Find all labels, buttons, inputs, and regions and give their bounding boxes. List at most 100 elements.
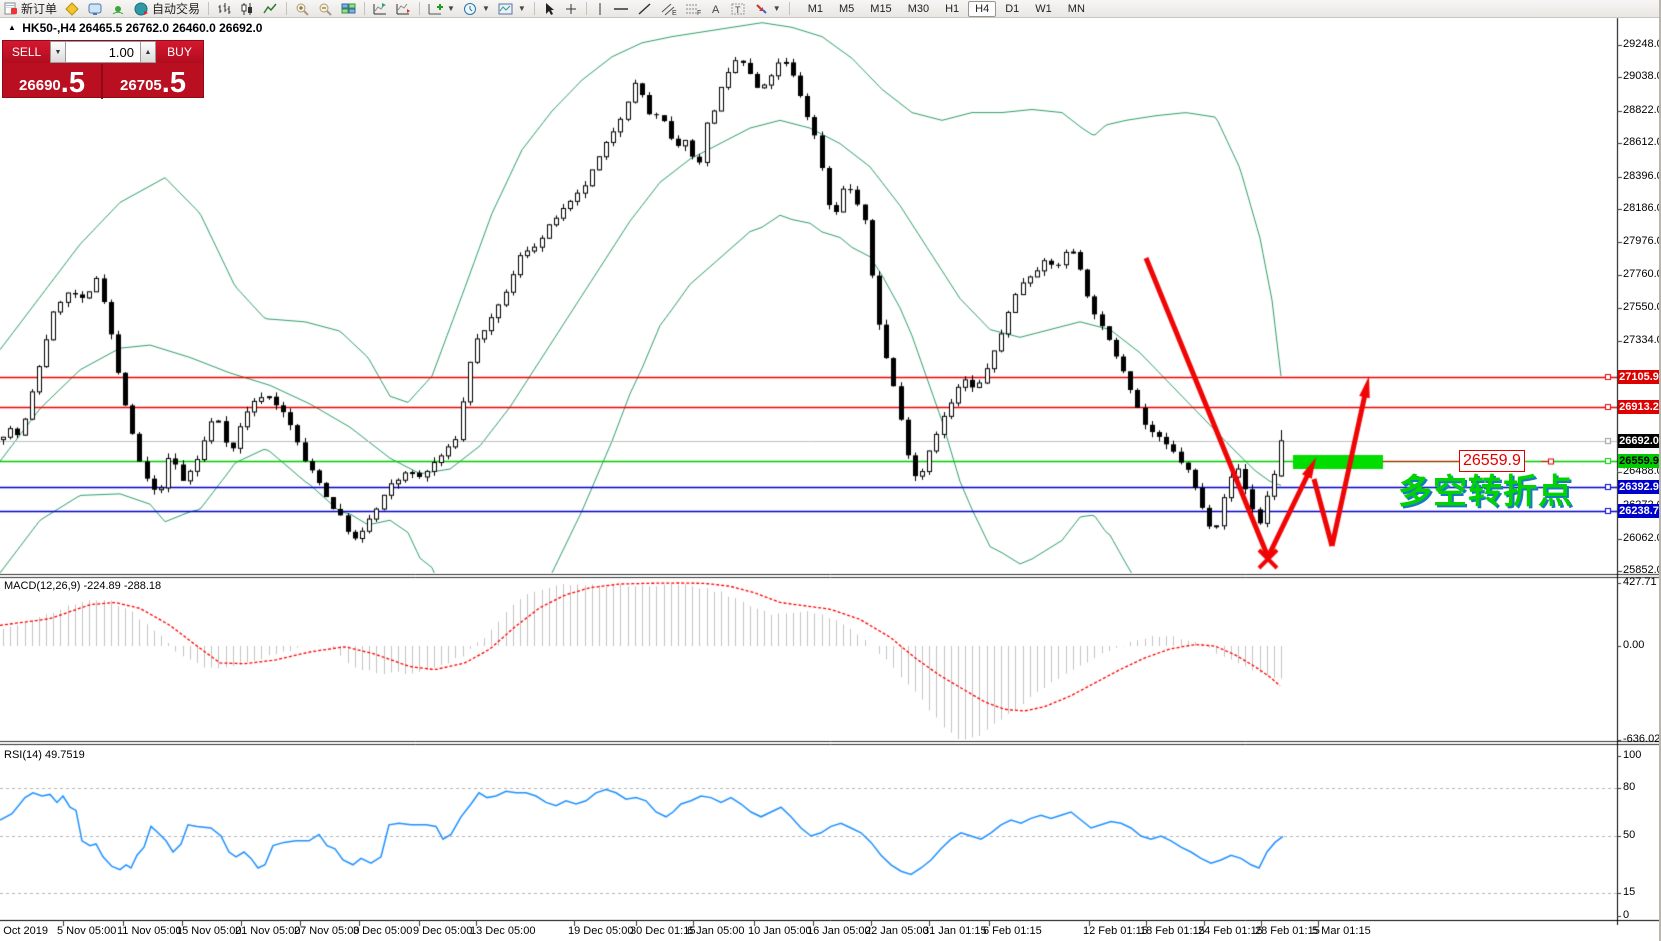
cursor-icon — [543, 2, 556, 16]
equidistant-channel-icon: E — [660, 2, 677, 16]
timeframe-button-D1[interactable]: D1 — [998, 1, 1026, 17]
time-label: 24 Feb 01:15 — [1198, 925, 1263, 937]
price-tick: 25852.0 — [1623, 564, 1661, 576]
buy-price[interactable]: 26705 .5 — [103, 64, 203, 99]
trendline-button[interactable] — [633, 1, 656, 17]
rsi-scale-tick: 100 — [1623, 749, 1641, 761]
sell-price[interactable]: 26690 .5 — [3, 64, 103, 99]
scroll-to-end-icon — [373, 2, 388, 16]
toolbar-separator — [286, 2, 287, 15]
time-label: 27 Nov 05:00 — [294, 925, 359, 937]
price-tag: 26692.0 — [1618, 434, 1660, 448]
text-label-button[interactable]: T — [727, 1, 750, 17]
line-chart-button[interactable] — [259, 1, 282, 17]
timeframe-button-M1[interactable]: M1 — [801, 1, 830, 17]
time-label: 16 Jan 05:00 — [807, 925, 871, 937]
arrows-icon — [754, 2, 769, 16]
zoom-in-button[interactable] — [291, 1, 314, 17]
buy-button[interactable]: BUY — [156, 41, 203, 63]
sell-price-big: .5 — [61, 68, 85, 99]
time-label: 30 Oct 2019 — [0, 925, 48, 937]
chart-title: ▲ HK50-,H4 26465.5 26762.0 26460.0 26692… — [8, 21, 262, 35]
time-label: 5 Nov 05:00 — [57, 925, 116, 937]
new-order-label: 新订单 — [21, 0, 57, 17]
zoom-out-button[interactable] — [314, 1, 337, 17]
time-label: 31 Jan 01:15 — [923, 925, 987, 937]
vertical-line-button[interactable] — [591, 1, 609, 17]
tile-windows-button[interactable] — [337, 1, 360, 17]
macd-scale-tick: 427.71 — [1623, 576, 1657, 588]
rsi-scale-tick: 80 — [1623, 781, 1635, 793]
toolbar: 新订单 自动交易 ▼ ▼ — [0, 0, 1661, 18]
arrows-button[interactable]: ▼ — [750, 1, 785, 17]
timeframe-group: M1M5M15M30H1H4D1W1MN — [800, 1, 1093, 17]
timeframe-button-M30[interactable]: M30 — [901, 1, 936, 17]
sell-button[interactable]: SELL — [3, 41, 50, 63]
time-label: 6 Feb 01:15 — [983, 925, 1042, 937]
toolbar-separator — [534, 2, 535, 15]
quantity-input[interactable]: 1.00 — [66, 41, 140, 63]
price-tick: 26062.0 — [1623, 532, 1661, 544]
chart-title-ohlc: 26465.5 26762.0 26460.0 26692.0 — [79, 21, 263, 35]
timeframe-button-M5[interactable]: M5 — [832, 1, 861, 17]
horizontal-line-button[interactable] — [609, 1, 633, 17]
price-tick: 29038.0 — [1623, 70, 1661, 82]
time-label: 13 Dec 05:00 — [470, 925, 535, 937]
text-label-icon: T — [731, 2, 746, 16]
autotrading-button[interactable]: 自动交易 — [130, 1, 204, 17]
time-label: 10 Jan 05:00 — [748, 925, 812, 937]
equidistant-channel-button[interactable]: E — [656, 1, 681, 17]
periods-button[interactable]: ▼ — [459, 1, 494, 17]
timeframe-button-H1[interactable]: H1 — [938, 1, 966, 17]
cursor-button[interactable] — [539, 1, 560, 17]
price-tag: 27105.9 — [1618, 370, 1660, 384]
terminal-button[interactable] — [84, 1, 107, 17]
fibonacci-button[interactable]: F — [681, 1, 706, 17]
buy-price-main: 26705 — [120, 73, 162, 99]
chevron-down-icon: ▼ — [518, 4, 526, 13]
macd-scale-tick: -636.02 — [1623, 733, 1660, 745]
timeframe-button-W1[interactable]: W1 — [1028, 1, 1059, 17]
scroll-to-end-button[interactable] — [369, 1, 392, 17]
chart-shift-button[interactable] — [392, 1, 415, 17]
toolbar-separator — [789, 2, 790, 15]
price-tick: 27334.0 — [1623, 334, 1661, 346]
new-order-button[interactable]: 新订单 — [0, 1, 61, 17]
price-tick: 28612.0 — [1623, 136, 1661, 148]
bar-chart-button[interactable] — [213, 1, 236, 17]
quantity-down-button[interactable]: ▼ — [50, 41, 66, 63]
time-label: 12 Feb 01:15 — [1083, 925, 1148, 937]
templates-button[interactable]: ▼ — [494, 1, 530, 17]
timeframe-button-M15[interactable]: M15 — [863, 1, 898, 17]
svg-text:T: T — [735, 5, 741, 15]
candlestick-chart-button[interactable] — [236, 1, 259, 17]
svg-text:A: A — [712, 4, 720, 16]
symbol-triangle-icon: ▲ — [8, 23, 16, 32]
price-tick: 29248.0 — [1623, 38, 1661, 50]
svg-text:F: F — [697, 10, 701, 16]
add-indicator-icon — [428, 2, 443, 16]
cn-annotation[interactable]: 多空转折点 — [1398, 464, 1573, 513]
market-watch-button[interactable] — [61, 1, 84, 17]
toolbar-separator — [208, 2, 209, 15]
signals-icon — [111, 2, 126, 16]
zoom-in-icon — [295, 2, 310, 16]
horizontal-line-icon — [613, 2, 629, 16]
timeframe-button-MN[interactable]: MN — [1061, 1, 1092, 17]
autotrading-icon — [134, 2, 149, 16]
crosshair-button[interactable] — [560, 1, 582, 17]
svg-text:E: E — [672, 10, 677, 16]
terminal-icon — [88, 2, 103, 16]
chart-title-symbol: HK50-,H4 — [22, 21, 75, 35]
add-indicator-button[interactable]: ▼ — [424, 1, 459, 17]
quantity-up-button[interactable]: ▲ — [140, 41, 156, 63]
vertical-line-icon — [595, 2, 605, 16]
timeframe-button-H4[interactable]: H4 — [968, 1, 996, 17]
text-button[interactable]: A — [706, 1, 727, 17]
rsi-value: 49.7519 — [45, 749, 85, 761]
signals-button[interactable] — [107, 1, 130, 17]
price-tick: 27976.0 — [1623, 235, 1661, 247]
templates-icon — [498, 2, 514, 16]
tile-windows-icon — [341, 2, 356, 16]
sell-price-main: 26690 — [19, 73, 61, 99]
